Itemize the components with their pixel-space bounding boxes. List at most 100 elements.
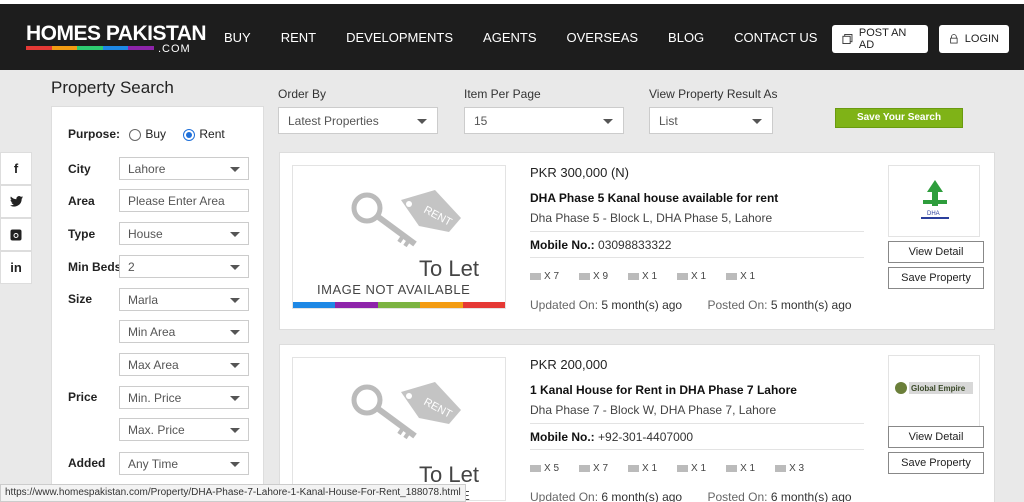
listing-price: PKR 300,000 (N) — [530, 165, 629, 180]
min-area-select[interactable]: Min Area — [119, 320, 249, 343]
mobile-label: Mobile No.: — [530, 238, 595, 252]
social-bar: f in — [0, 152, 32, 284]
listing-title[interactable]: 1 Kanal House for Rent in DHA Phase 7 La… — [530, 383, 797, 397]
listing-dates: Updated On: 5 month(s) ago Posted On: 5 … — [530, 298, 852, 312]
purpose-label: Purpose: — [68, 127, 121, 141]
to-let-text: To Let — [419, 256, 479, 281]
servant-quarter-icon — [775, 464, 787, 472]
agent-logo[interactable]: DHA — [888, 165, 980, 237]
max-price-select[interactable]: Max. Price — [119, 418, 249, 441]
listing-title[interactable]: DHA Phase 5 Kanal house available for re… — [530, 191, 778, 205]
lock-icon — [950, 34, 958, 44]
updated-value: 5 month(s) ago — [601, 298, 683, 312]
type-value: House — [128, 227, 163, 241]
nav-agents[interactable]: AGENTS — [483, 30, 536, 45]
divider — [530, 257, 864, 258]
updated-label: Updated On: — [530, 298, 599, 312]
bath-icon — [579, 464, 591, 472]
feature-item: X 1 — [677, 463, 716, 474]
feature-value: X 3 — [789, 463, 805, 474]
listing-location: Dha Phase 5 - Block L, DHA Phase 5, Laho… — [530, 211, 773, 225]
instagram-icon[interactable] — [0, 218, 32, 251]
nav-overseas[interactable]: OVERSEAS — [567, 30, 639, 45]
order-by-value: Latest Properties — [288, 114, 379, 128]
radio-buy[interactable] — [129, 128, 142, 141]
save-property-button[interactable]: Save Property — [888, 267, 984, 289]
max-area-select[interactable]: Max Area — [119, 353, 249, 376]
feature-item: X 1 — [726, 463, 765, 474]
feature-value: X 5 — [544, 463, 560, 474]
feature-value: X 1 — [642, 271, 658, 282]
feature-item: X 7 — [579, 463, 618, 474]
city-select[interactable]: Lahore — [119, 157, 249, 180]
min-area-value: Min Area — [128, 325, 176, 339]
posted-label: Posted On: — [707, 490, 768, 502]
area-placeholder: Please Enter Area — [128, 194, 225, 208]
listing-card: RENT To Let IMAGE NOT AVAILABLE PKR 300,… — [279, 152, 995, 330]
per-page-select[interactable]: 15 — [464, 107, 624, 134]
view-detail-button[interactable]: View Detail — [888, 241, 984, 263]
browser-status-url: https://www.homespakistan.com/Property/D… — [0, 484, 466, 502]
min-beds-select[interactable]: 2 — [119, 255, 249, 278]
feature-item: X 1 — [726, 271, 765, 282]
divider — [530, 423, 864, 424]
view-as-label: View Property Result As — [649, 87, 778, 101]
feature-value: X 1 — [691, 463, 707, 474]
feature-value: X 1 — [740, 271, 756, 282]
view-as-select[interactable]: List — [649, 107, 773, 134]
listing-card: RENT To Let IMAGE NOT AVAILABLE PKR 200,… — [279, 344, 995, 502]
size-unit-select[interactable]: Marla — [119, 288, 249, 311]
linkedin-icon[interactable]: in — [0, 251, 32, 284]
nav-rent[interactable]: RENT — [281, 30, 316, 45]
global-empire-logo-text: Global Empire — [911, 384, 966, 393]
feature-item: X 1 — [628, 271, 667, 282]
site-logo[interactable]: HOMES PAKISTAN .COM — [26, 22, 207, 56]
no-image-placeholder[interactable]: RENT To Let IMAGE NOT AVAILABLE — [292, 165, 506, 309]
facebook-icon[interactable]: f — [0, 152, 32, 185]
listing-price: PKR 200,000 — [530, 357, 608, 372]
updated-label: Updated On: — [530, 490, 599, 502]
login-button[interactable]: LOGIN — [939, 25, 1009, 53]
view-detail-button[interactable]: View Detail — [888, 426, 984, 448]
bath-icon — [579, 272, 591, 280]
nav-blog[interactable]: BLOG — [668, 30, 704, 45]
chevron-down-icon — [230, 298, 240, 303]
area-input[interactable]: Please Enter Area — [119, 189, 249, 212]
min-price-value: Min. Price — [128, 391, 182, 405]
save-property-button[interactable]: Save Property — [888, 452, 984, 474]
chevron-down-icon — [230, 232, 240, 237]
min-price-select[interactable]: Min. Price — [119, 386, 249, 409]
feature-item: X 5 — [530, 463, 569, 474]
dha-logo-text: DHA — [927, 211, 940, 217]
chevron-down-icon — [417, 119, 427, 124]
image-not-available-text: IMAGE NOT AVAILABLE — [317, 282, 471, 297]
type-select[interactable]: House — [119, 222, 249, 245]
twitter-icon[interactable] — [0, 185, 32, 218]
divider — [530, 231, 864, 232]
features-row: X 7 X 9 X 1 X 1 X 1 — [530, 271, 775, 282]
feature-value: X 1 — [642, 463, 658, 474]
save-search-button[interactable]: Save Your Search — [835, 108, 963, 128]
site-header: HOMES PAKISTAN .COM BUY RENT DEVELOPMENT… — [0, 0, 1024, 70]
listing-dates: Updated On: 6 month(s) ago Posted On: 6 … — [530, 490, 852, 502]
nav-developments[interactable]: DEVELOPMENTS — [346, 30, 453, 45]
logo-stripe — [26, 46, 154, 50]
agent-logo[interactable]: Global Empire — [888, 355, 980, 427]
order-by-select[interactable]: Latest Properties — [278, 107, 438, 134]
posted-value: 6 month(s) ago — [770, 490, 852, 502]
added-value: Any Time — [128, 457, 179, 471]
purpose-buy[interactable]: Buy — [129, 127, 166, 141]
nav-contact-us[interactable]: CONTACT US — [734, 30, 817, 45]
features-row: X 5 X 7 X 1 X 1 X 1 X 3 — [530, 463, 824, 474]
added-select[interactable]: Any Time — [119, 452, 249, 475]
post-ad-button[interactable]: POST AN AD — [832, 25, 928, 53]
chevron-down-icon — [230, 265, 240, 270]
nav-buy[interactable]: BUY — [224, 30, 251, 45]
feature-value: X 9 — [593, 271, 609, 282]
mobile-label: Mobile No.: — [530, 430, 595, 444]
listing-location: Dha Phase 7 - Block W, DHA Phase 7, Laho… — [530, 403, 777, 417]
key-tag-icon: RENT — [351, 382, 461, 440]
radio-rent[interactable] — [183, 128, 196, 141]
purpose-rent[interactable]: Rent — [183, 127, 225, 141]
no-image-placeholder[interactable]: RENT To Let IMAGE NOT AVAILABLE — [292, 357, 506, 501]
